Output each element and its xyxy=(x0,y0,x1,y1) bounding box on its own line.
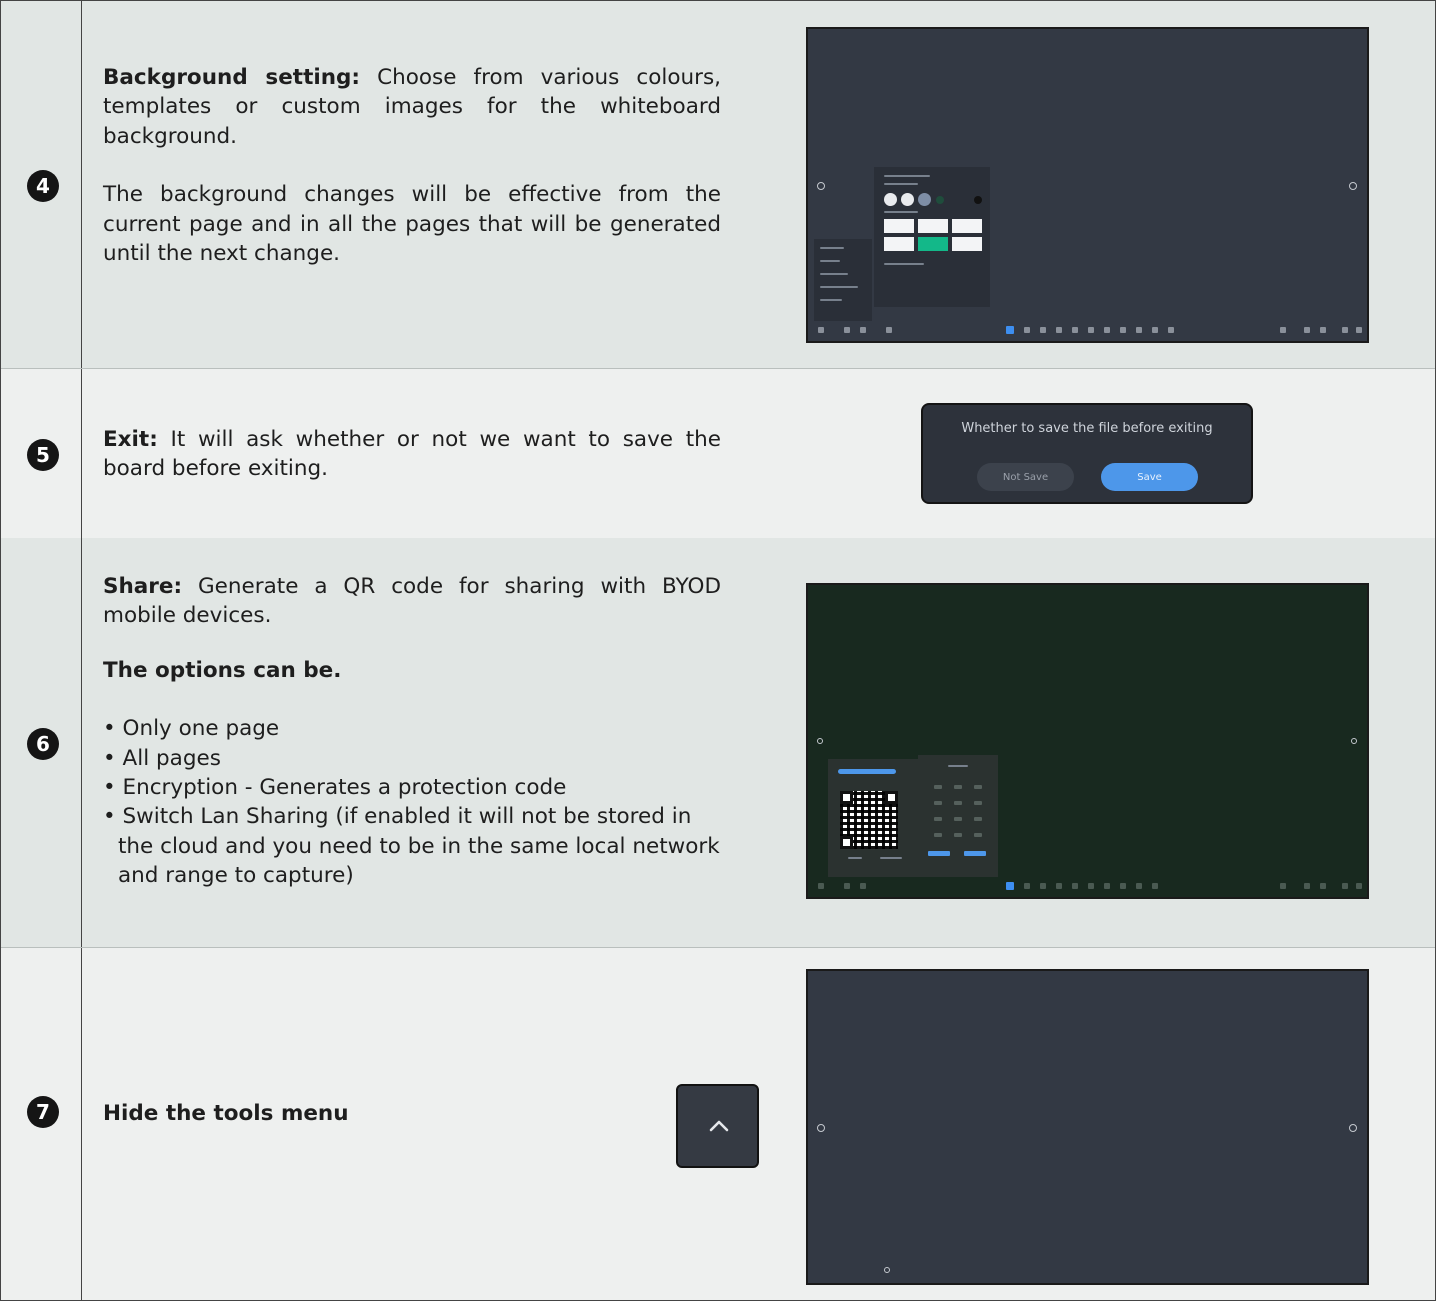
background-setting-screenshot xyxy=(806,27,1369,343)
color-swatch xyxy=(901,193,914,206)
side-menu-panel xyxy=(814,239,872,321)
step-note: The background changes will be effective… xyxy=(103,182,721,267)
save-button[interactable]: Save xyxy=(1101,463,1198,491)
color-swatch xyxy=(974,196,982,204)
left-page-dot xyxy=(817,1124,825,1132)
share-screenshot xyxy=(806,583,1369,899)
step-number: 7 xyxy=(27,1096,59,1128)
exit-dialog-screenshot: Whether to save the file before exiting … xyxy=(921,403,1253,504)
step-heading: Share: xyxy=(103,574,183,599)
right-page-dot xyxy=(1349,1124,1357,1132)
hidden-toolbar-screenshot xyxy=(806,969,1369,1285)
right-page-dot xyxy=(1351,738,1357,744)
list-item: • All pages xyxy=(103,745,221,771)
color-swatch xyxy=(918,193,931,206)
right-page-dot xyxy=(1349,182,1357,190)
step-number: 5 xyxy=(27,439,59,471)
step-text: Generate a QR code for sharing with BYOD… xyxy=(103,574,721,629)
step-heading: Hide the tools menu xyxy=(103,1101,349,1126)
not-save-button[interactable]: Not Save xyxy=(977,463,1074,491)
list-item: • Only one page xyxy=(103,716,280,742)
options-heading: The options can be. xyxy=(103,657,342,683)
background-panel xyxy=(874,167,990,307)
color-swatch xyxy=(884,193,897,206)
number-column: 6 xyxy=(1,538,82,947)
list-item: • Encryption - Generates a protection co… xyxy=(103,775,567,801)
pin-panel xyxy=(918,755,998,877)
chevron-up-icon xyxy=(709,1120,729,1132)
template-thumb xyxy=(918,237,948,251)
left-page-dot xyxy=(817,182,825,190)
number-column: 7 xyxy=(1,948,82,1300)
step-number: 6 xyxy=(27,728,59,760)
table-row: 6 Share: Generate a QR code for sharing … xyxy=(1,538,1435,947)
list-item: • Switch Lan Sharing (if enabled it will… xyxy=(103,804,720,889)
template-thumb xyxy=(884,237,914,251)
step-description: Share: Generate a QR code for sharing wi… xyxy=(103,572,721,891)
step-description: Hide the tools menu xyxy=(103,1099,721,1128)
hide-tools-button[interactable] xyxy=(676,1084,759,1168)
step-description: Background setting: Choose from various … xyxy=(103,63,721,268)
template-thumb xyxy=(884,219,914,233)
number-column: 5 xyxy=(1,369,82,538)
bottom-toolbar xyxy=(808,321,1367,341)
template-thumb xyxy=(952,237,982,251)
color-swatch xyxy=(936,196,944,204)
share-panel xyxy=(828,759,918,877)
bottom-toolbar xyxy=(808,877,1367,897)
template-thumb xyxy=(918,219,948,233)
step-number: 4 xyxy=(27,170,59,202)
step-description: Exit: It will ask whether or not we want… xyxy=(103,425,721,484)
options-list: • Only one page • All pages • Encryption… xyxy=(103,714,721,890)
template-thumb xyxy=(952,219,982,233)
step-heading: Background setting: xyxy=(103,65,361,90)
table-row: 4 Background setting: Choose from variou… xyxy=(1,1,1435,368)
instruction-table: 4 Background setting: Choose from variou… xyxy=(0,0,1436,1301)
step-text: It will ask whether or not we want to sa… xyxy=(103,427,721,482)
show-toolbar-dot[interactable] xyxy=(884,1267,890,1273)
dialog-message: Whether to save the file before exiting xyxy=(961,421,1213,436)
step-heading: Exit: xyxy=(103,427,158,452)
number-column: 4 xyxy=(1,1,82,368)
left-page-dot xyxy=(817,738,823,744)
